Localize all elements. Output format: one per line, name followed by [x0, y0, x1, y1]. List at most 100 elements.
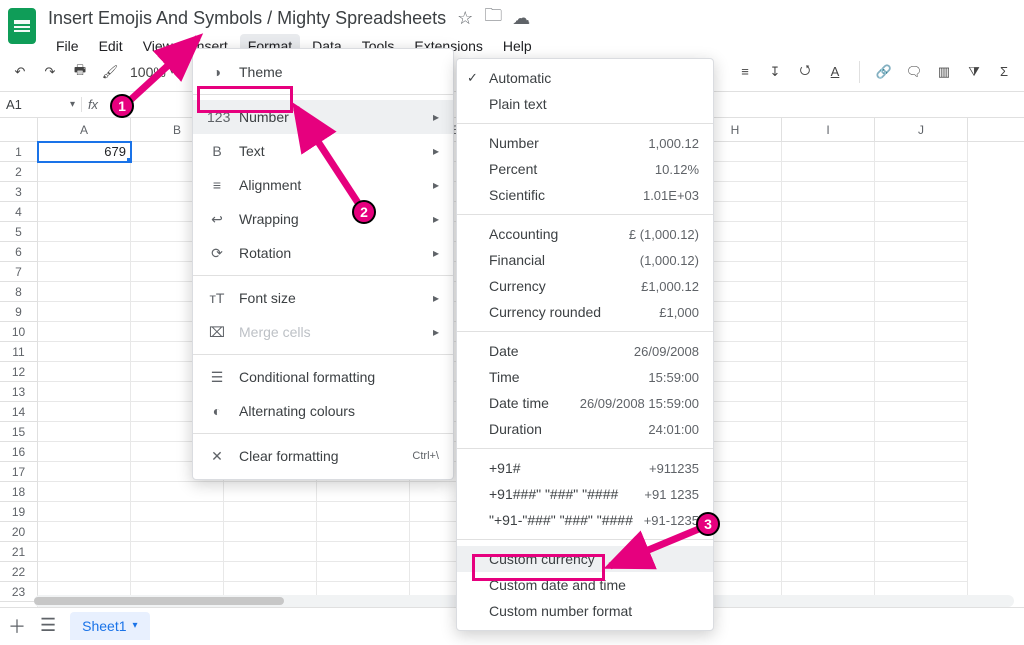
row-header[interactable]: 2 [0, 162, 38, 182]
format-menu-alternating-colours[interactable]: ◐Alternating colours [193, 394, 453, 428]
cell[interactable] [38, 222, 131, 242]
cell[interactable] [38, 322, 131, 342]
all-sheets-icon[interactable]: ☰ [40, 615, 56, 636]
cell[interactable] [782, 182, 875, 202]
rotate-icon[interactable]: ⭯ [795, 62, 815, 82]
cell[interactable] [317, 482, 410, 502]
cell[interactable] [782, 142, 875, 162]
cell[interactable] [317, 502, 410, 522]
cell[interactable] [38, 402, 131, 422]
row-header[interactable]: 4 [0, 202, 38, 222]
number-format-currency[interactable]: Currency£1,000.12 [457, 273, 713, 299]
name-box[interactable]: A1▾ [0, 97, 82, 112]
cell[interactable] [38, 182, 131, 202]
row-header[interactable]: 1 [0, 142, 38, 162]
column-header[interactable]: J [875, 118, 968, 141]
number-format-currency-rounded[interactable]: Currency rounded£1,000 [457, 299, 713, 325]
cell[interactable] [875, 142, 968, 162]
cell[interactable] [782, 502, 875, 522]
row-header[interactable]: 5 [0, 222, 38, 242]
cell[interactable] [782, 542, 875, 562]
cell[interactable] [875, 162, 968, 182]
row-header[interactable]: 23 [0, 582, 38, 602]
cell[interactable] [782, 162, 875, 182]
valign-icon[interactable]: ↧ [765, 62, 785, 82]
cell[interactable] [38, 462, 131, 482]
cell[interactable] [875, 542, 968, 562]
undo-icon[interactable]: ↶ [10, 62, 30, 82]
row-header[interactable]: 15 [0, 422, 38, 442]
wrap-icon[interactable]: ≡ [735, 62, 755, 82]
row-header[interactable]: 11 [0, 342, 38, 362]
select-all-corner[interactable] [0, 118, 38, 141]
menu-help[interactable]: Help [495, 34, 540, 58]
format-menu-conditional-formatting[interactable]: ☰Conditional formatting [193, 360, 453, 394]
format-menu-font-size[interactable]: тTFont size▸ [193, 281, 453, 315]
cell[interactable] [224, 562, 317, 582]
cell[interactable] [875, 402, 968, 422]
number-format-scientific[interactable]: Scientific1.01E+03 [457, 182, 713, 208]
number-format-automatic[interactable]: ✓Automatic [457, 65, 713, 91]
row-header[interactable]: 13 [0, 382, 38, 402]
cell[interactable] [875, 442, 968, 462]
cell[interactable] [782, 222, 875, 242]
row-header[interactable]: 3 [0, 182, 38, 202]
number-format-custom-number-format[interactable]: Custom number format [457, 598, 713, 624]
number-format-duration[interactable]: Duration24:01:00 [457, 416, 713, 442]
number-format-accounting[interactable]: Accounting£ (1,000.12) [457, 221, 713, 247]
sheet-tab[interactable]: Sheet1▾ [70, 612, 149, 640]
cell[interactable] [38, 442, 131, 462]
cell[interactable] [38, 482, 131, 502]
cell[interactable] [38, 562, 131, 582]
number-format-financial[interactable]: Financial(1,000.12) [457, 247, 713, 273]
link-icon[interactable]: 🔗 [874, 62, 894, 82]
cell[interactable] [875, 302, 968, 322]
number-format--91-[interactable]: +91#+911235 [457, 455, 713, 481]
cell[interactable]: 679 [38, 142, 131, 162]
cell[interactable] [38, 302, 131, 322]
cell[interactable] [38, 342, 131, 362]
cell[interactable] [782, 562, 875, 582]
row-header[interactable]: 17 [0, 462, 38, 482]
redo-icon[interactable]: ↷ [40, 62, 60, 82]
column-header[interactable]: I [782, 118, 875, 141]
cell[interactable] [38, 542, 131, 562]
move-folder-icon[interactable]: 🗀 [484, 9, 502, 27]
cell[interactable] [38, 382, 131, 402]
add-sheet-icon[interactable]: ＋ [8, 613, 26, 639]
cell[interactable] [38, 282, 131, 302]
cell[interactable] [875, 502, 968, 522]
cell[interactable] [38, 162, 131, 182]
number-format-percent[interactable]: Percent10.12% [457, 156, 713, 182]
row-header[interactable]: 9 [0, 302, 38, 322]
cell[interactable] [875, 422, 968, 442]
cell[interactable] [224, 522, 317, 542]
cell[interactable] [782, 482, 875, 502]
cell[interactable] [782, 442, 875, 462]
cell[interactable] [38, 262, 131, 282]
format-menu-rotation[interactable]: ⟳Rotation▸ [193, 236, 453, 270]
cell[interactable] [875, 522, 968, 542]
cell[interactable] [131, 482, 224, 502]
cell[interactable] [38, 242, 131, 262]
cell[interactable] [782, 262, 875, 282]
row-header[interactable]: 19 [0, 502, 38, 522]
cell[interactable] [782, 322, 875, 342]
cell[interactable] [875, 202, 968, 222]
cell[interactable] [131, 542, 224, 562]
text-color-icon[interactable]: A [825, 62, 845, 82]
cell[interactable] [875, 342, 968, 362]
number-format-time[interactable]: Time15:59:00 [457, 364, 713, 390]
cell[interactable] [131, 522, 224, 542]
cell[interactable] [224, 542, 317, 562]
cell[interactable] [782, 382, 875, 402]
row-header[interactable]: 20 [0, 522, 38, 542]
cell[interactable] [317, 562, 410, 582]
number-format--91-[interactable]: +91###" "###" "####+91 1235 [457, 481, 713, 507]
cell[interactable] [875, 282, 968, 302]
row-header[interactable]: 12 [0, 362, 38, 382]
number-format-number[interactable]: Number1,000.12 [457, 130, 713, 156]
cell[interactable] [317, 542, 410, 562]
row-header[interactable]: 10 [0, 322, 38, 342]
cell[interactable] [782, 522, 875, 542]
